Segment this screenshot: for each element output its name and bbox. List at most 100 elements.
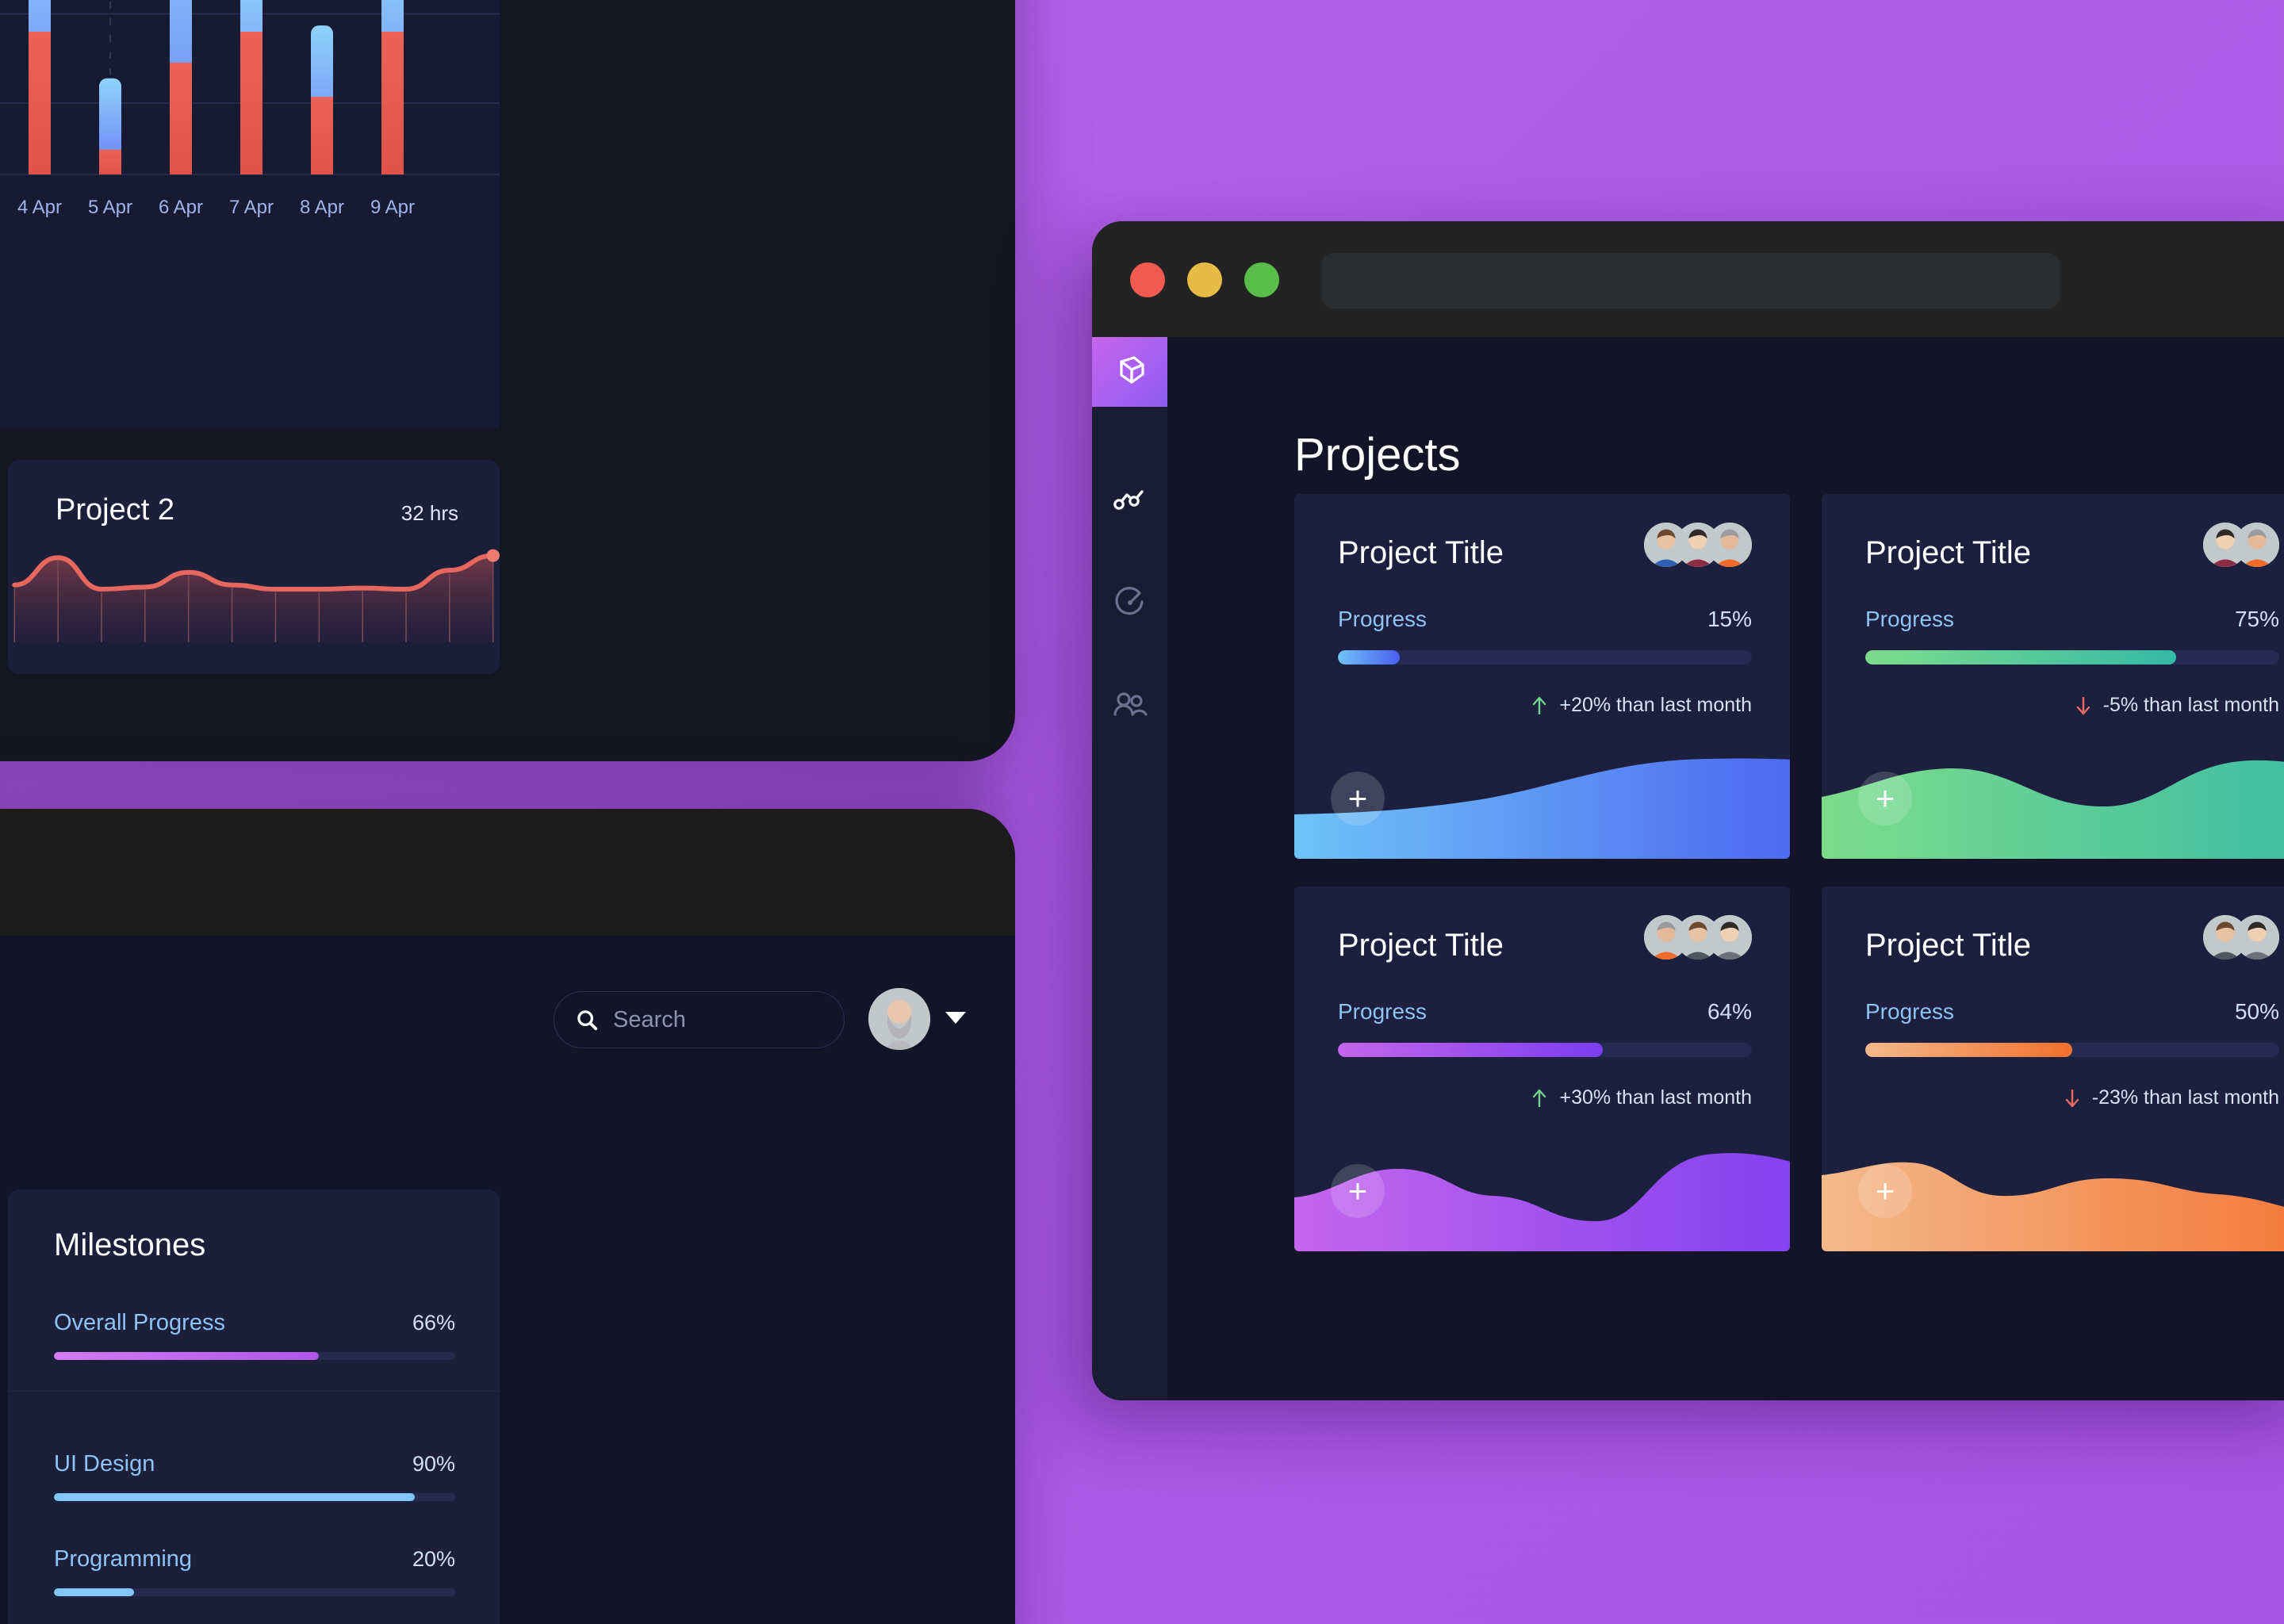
delta-text: +30% than last month [1559, 1086, 1752, 1109]
progress-row: Progress 15% [1338, 607, 1752, 632]
project-card[interactable]: Project Title Progress 64% +30% than las… [1294, 887, 1790, 1251]
arrow-down-icon [2065, 1089, 2079, 1107]
mini-chart-card-project-2[interactable]: Project 2 32 hrs [8, 460, 500, 674]
milestone-row: UI Design 90% [54, 1451, 455, 1501]
milestone-label: Programming [54, 1546, 193, 1572]
dashboard-body: Search Tasks Status 81% Of Total Hou [0, 936, 1015, 1624]
progress-fill [1338, 650, 1401, 665]
progress-label: Progress [1338, 999, 1428, 1024]
progress-track [1338, 1043, 1752, 1057]
avatar-image [1707, 523, 1752, 567]
x-axis-label: 9 Apr [370, 197, 416, 218]
delta-text: +20% than last month [1559, 694, 1752, 716]
progress-fill [1865, 1043, 2072, 1057]
avatar[interactable] [1707, 523, 1752, 567]
avatar-stack [1644, 523, 1752, 567]
analytics-line-icon [1113, 490, 1144, 510]
delta-indicator: +30% than last month [1531, 1086, 1752, 1109]
add-task-button[interactable]: + [1331, 1164, 1385, 1218]
avatar-image [2235, 523, 2279, 567]
browser-window: Projects Project Title Progress 15% +20%… [1092, 221, 2284, 1400]
milestone-fill [54, 1352, 319, 1360]
progress-value: 75% [2234, 607, 2279, 631]
milestone-fill [54, 1493, 416, 1501]
add-task-button[interactable]: + [1858, 772, 1912, 825]
progress-label: Progress [1865, 607, 1955, 631]
minimize-button[interactable] [1187, 262, 1222, 297]
progress-label: Progress [1338, 607, 1428, 631]
milestone-row: Programming 20% [54, 1546, 455, 1596]
app-sidebar [1092, 337, 1167, 1400]
page-title: Projects [1294, 429, 1461, 481]
progress-track [1338, 650, 1752, 665]
progress-fill [1865, 650, 2176, 665]
avatar-stack [2203, 523, 2279, 567]
avatar[interactable] [868, 988, 930, 1050]
sidebar-item-team[interactable] [1092, 678, 1167, 733]
milestone-row: Overall Progress 66% [54, 1310, 455, 1360]
arrow-up-icon [1533, 696, 1546, 714]
milestone-fill [54, 1588, 135, 1596]
search-placeholder: Search [613, 1006, 686, 1032]
bar-chart-card: 29 Mar30 Mar31 Mar1 Apr2 Apr3 Apr4 Apr5 … [0, 0, 500, 428]
avatar-image [2235, 915, 2279, 959]
milestone-track [54, 1352, 455, 1360]
milestone-pct: 20% [412, 1547, 455, 1571]
window-chrome [0, 809, 1015, 936]
project-card[interactable]: Project Title Progress 15% +20% than las… [1294, 494, 1790, 859]
arrow-down-icon [2076, 696, 2090, 714]
project-card-title: Project Title [1338, 535, 1504, 570]
chevron-down-icon[interactable] [945, 1012, 966, 1026]
delta-indicator: -5% than last month [2075, 694, 2279, 717]
milestone-pct: 90% [412, 1452, 455, 1476]
avatar-image [868, 988, 930, 1050]
progress-value: 64% [1707, 999, 1752, 1024]
close-button[interactable] [1130, 262, 1165, 297]
dashboard-window: Search Tasks Status 81% Of Total Hou [0, 809, 1015, 1624]
milestone-track [54, 1588, 455, 1596]
chart-vertical-dashes [109, 0, 393, 174]
progress-value: 50% [2234, 999, 2279, 1024]
avatar[interactable] [2235, 523, 2279, 567]
progress-label: Progress [1865, 999, 1955, 1024]
zoom-button[interactable] [1244, 262, 1279, 297]
milestones-title: Milestones [54, 1228, 206, 1262]
milestone-label: UI Design [54, 1451, 155, 1477]
cube-logo-icon [1119, 356, 1144, 384]
avatar-stack [1644, 915, 1752, 959]
project-card[interactable]: Project Title Progress 50% -23% than las… [1822, 887, 2284, 1251]
search-input[interactable]: Search [554, 991, 845, 1048]
project-card[interactable]: Project Title Progress 75% -5% than last… [1822, 494, 2284, 859]
avatar[interactable] [1707, 915, 1752, 959]
url-input[interactable] [1322, 253, 2060, 308]
sidebar-item-analytics[interactable] [1092, 472, 1167, 527]
milestone-track [54, 1493, 455, 1501]
project-card-title: Project Title [1865, 928, 2031, 963]
mini-card-title: Project 2 [56, 493, 174, 527]
progress-track [1865, 650, 2279, 665]
speedometer-icon [1114, 587, 1144, 615]
delta-indicator: +20% than last month [1531, 694, 1752, 717]
project-card-title: Project Title [1865, 535, 2031, 570]
delta-text: -23% than last month [2091, 1086, 2279, 1109]
milestone-pct: 66% [412, 1311, 455, 1335]
progress-row: Progress 75% [1865, 607, 2279, 632]
projects-page: Projects Project Title Progress 15% +20%… [1167, 337, 2284, 1400]
mini-area-chart-project-2 [12, 549, 500, 642]
progress-row: Progress 64% [1338, 999, 1752, 1025]
delta-indicator: -23% than last month [2064, 1086, 2279, 1109]
progress-row: Progress 50% [1865, 999, 2279, 1025]
delta-text: -5% than last month [2102, 694, 2279, 716]
project-card-title: Project Title [1338, 928, 1504, 963]
mini-card-hours: 32 hrs [400, 501, 458, 525]
avatar[interactable] [2235, 915, 2279, 959]
add-task-button[interactable]: + [1858, 1164, 1912, 1218]
sidebar-item-dashboard[interactable] [1092, 575, 1167, 630]
progress-fill [1338, 1043, 1604, 1057]
milestones-card: Milestones Overall Progress 66% UI Desig… [8, 1189, 500, 1624]
add-task-button[interactable]: + [1331, 772, 1385, 825]
app-logo[interactable] [1092, 337, 1167, 407]
browser-chrome [1092, 221, 2284, 337]
analytics-window: 29 Mar30 Mar31 Mar1 Apr2 Apr3 Apr4 Apr5 … [0, 0, 1015, 761]
users-icon [1113, 692, 1148, 716]
